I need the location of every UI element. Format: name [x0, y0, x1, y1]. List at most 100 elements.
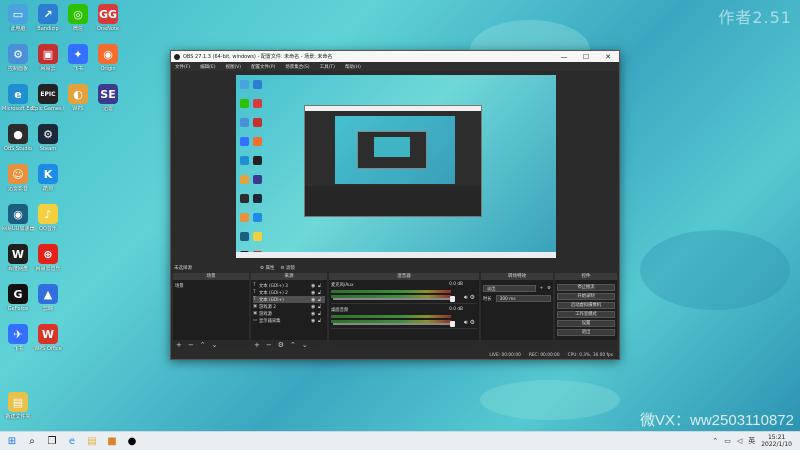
app-icon: ✈ [8, 324, 28, 344]
volume-icon[interactable]: ◁ [737, 437, 742, 445]
visibility-eye-icon[interactable]: ◉ [311, 311, 318, 317]
source-item[interactable]: ▭ 显示器采集 ◉ 🔓︎ [253, 317, 325, 324]
desktop-icon[interactable]: ☺ 迅雷影音 [2, 164, 34, 192]
desktop-icon[interactable]: ▲ 剪映 [32, 284, 64, 312]
file-explorer-icon[interactable]: ▤ [84, 433, 100, 449]
desktop-icon[interactable]: ▣ 网易云 [32, 44, 64, 72]
desktop-icon[interactable]: W WPS Office [32, 324, 64, 352]
control-button[interactable]: 开始录制 [557, 293, 615, 300]
speaker-icon[interactable]: 🔊︎ [464, 319, 468, 326]
add-transition-icon[interactable]: + [540, 286, 544, 291]
transition-settings-icon[interactable]: ⚙ [547, 286, 551, 291]
desktop-icon[interactable]: ◐ WPS [62, 84, 94, 112]
lock-icon[interactable]: 🔓︎ [318, 283, 325, 289]
menu-item[interactable]: 配置文件(P) [251, 64, 275, 70]
desktop-icon[interactable]: ▭ 此电脑 [2, 4, 34, 32]
tray-arrow-icon[interactable]: ⌃ [712, 437, 718, 445]
desktop-icon[interactable]: K 酷狗 [32, 164, 64, 192]
minimize-button[interactable]: — [553, 53, 575, 61]
desktop-icon[interactable]: ◉ Origin [92, 44, 124, 72]
control-button[interactable]: 停止推流 [557, 284, 615, 291]
desktop-icon[interactable]: SE 迅雷 [92, 84, 124, 112]
desktop-icon[interactable]: ♪ QQ音乐 [32, 204, 64, 232]
add-scene-button[interactable]: + [176, 341, 182, 349]
scene-item[interactable]: 场景 [175, 282, 247, 289]
app-icon[interactable]: ■ [104, 433, 120, 449]
ime-icon[interactable]: 英 [748, 436, 755, 446]
visibility-eye-icon[interactable]: ◉ [311, 290, 318, 296]
remove-source-button[interactable]: − [266, 341, 272, 349]
visibility-eye-icon[interactable]: ◉ [311, 318, 318, 324]
remove-scene-button[interactable]: − [188, 341, 194, 349]
desktop-icon[interactable]: G GeForce [2, 284, 34, 312]
volume-slider-knob[interactable] [450, 296, 455, 302]
control-button[interactable]: 退出 [557, 329, 615, 336]
move-down-icon[interactable]: ⌄ [302, 341, 308, 349]
start-button[interactable]: ⊞ [4, 433, 20, 449]
close-button[interactable]: ✕ [597, 53, 619, 61]
duration-input[interactable]: 300 ms [495, 295, 551, 302]
lock-icon[interactable]: 🔓︎ [318, 318, 325, 324]
source-item[interactable]: T 文本 (GDI+) ◉ 🔓︎ [253, 296, 325, 303]
volume-slider-knob[interactable] [450, 321, 455, 327]
task-view-icon[interactable]: ❐ [44, 433, 60, 449]
transition-select[interactable]: 淡出 [483, 285, 536, 292]
source-item[interactable]: T 文本 (GDI+) 3 ◉ 🔓︎ [253, 282, 325, 289]
desktop-icon[interactable]: ⚙ Steam [32, 124, 64, 152]
edge-icon[interactable]: e [64, 433, 80, 449]
menu-item[interactable]: 视图(V) [225, 64, 241, 70]
filters-tab[interactable]: ⚙ 滤镜 [280, 265, 294, 271]
control-button[interactable]: 工作室模式 [557, 311, 615, 318]
channel-settings-icon[interactable]: ⚙ [470, 319, 475, 326]
network-icon[interactable]: ▭ [724, 437, 731, 445]
obs-taskbar-icon[interactable]: ● [124, 433, 140, 449]
lock-icon[interactable]: 🔓︎ [318, 304, 325, 310]
visibility-eye-icon[interactable]: ◉ [311, 283, 318, 289]
search-icon[interactable]: ⌕ [24, 433, 40, 449]
desktop-icon[interactable]: ✦ 飞书 [62, 44, 94, 72]
desktop-icon[interactable]: ⊕ 网易云音乐 [32, 244, 64, 272]
duration-label: 时长 [483, 296, 492, 302]
desktop-icon[interactable]: ● OBS Studio [2, 124, 34, 152]
desktop-icon[interactable]: ✈ 飞书 [2, 324, 34, 352]
desktop-icon[interactable]: EPIC Epic Games Launcher [32, 84, 64, 112]
desktop-icon[interactable]: ⚙ 控制面板 [2, 44, 34, 72]
menu-item[interactable]: 工具(T) [320, 64, 335, 70]
menu-item[interactable]: 帮助(H) [345, 64, 361, 70]
source-settings-icon[interactable]: ⚙ [278, 341, 284, 349]
desktop-icon[interactable]: ◎ 微信 [62, 4, 94, 32]
clock[interactable]: 15:21 2022/1/10 [761, 434, 792, 448]
move-up-icon[interactable]: ⌃ [290, 341, 296, 349]
desktop-icon[interactable]: W 百度网盘 [2, 244, 34, 272]
move-up-icon[interactable]: ⌃ [200, 341, 206, 349]
channel-settings-icon[interactable]: ⚙ [470, 294, 475, 301]
control-button[interactable]: 启动虚拟摄像机 [557, 302, 615, 309]
menu-item[interactable]: 文件(F) [175, 64, 190, 70]
preview-canvas[interactable] [236, 75, 556, 258]
desktop-icon[interactable]: ◉ 网易UU加速器 [2, 204, 34, 232]
app-icon: EPIC [38, 84, 58, 104]
visibility-eye-icon[interactable]: ◉ [311, 297, 318, 303]
desktop-icon[interactable]: ▤ 新建文件夹 [2, 392, 34, 420]
lock-icon[interactable]: 🔓︎ [318, 290, 325, 296]
menu-item[interactable]: 场景集合(S) [285, 64, 309, 70]
obs-titlebar[interactable]: OBS 27.1.3 (64-bit, windows) - 配置文件: 未命名… [171, 51, 619, 62]
visibility-eye-icon[interactable]: ◉ [311, 304, 318, 310]
menu-item[interactable]: 编辑(E) [200, 64, 215, 70]
volume-slider[interactable] [333, 296, 455, 302]
volume-slider[interactable] [333, 321, 455, 327]
desktop-icon[interactable]: ↗ Bandizip [32, 4, 64, 32]
maximize-button[interactable]: ☐ [575, 53, 597, 61]
source-item[interactable]: ▣ 游戏源 2 ◉ 🔓︎ [253, 303, 325, 310]
add-source-button[interactable]: + [254, 341, 260, 349]
move-down-icon[interactable]: ⌄ [212, 341, 218, 349]
control-button[interactable]: 设置 [557, 320, 615, 327]
desktop-icon[interactable]: e Microsoft Edge [2, 84, 34, 112]
source-item[interactable]: ▣ 游戏源 ◉ 🔓︎ [253, 310, 325, 317]
lock-icon[interactable]: 🔓︎ [318, 311, 325, 317]
source-item[interactable]: T 文本 (GDI+) 2 ◉ 🔓︎ [253, 289, 325, 296]
speaker-icon[interactable]: 🔊︎ [464, 294, 468, 301]
desktop-icon[interactable]: GG OneNote [92, 4, 124, 32]
lock-icon[interactable]: 🔓︎ [318, 297, 325, 303]
properties-tab[interactable]: ⚙ 属性 [260, 265, 274, 271]
